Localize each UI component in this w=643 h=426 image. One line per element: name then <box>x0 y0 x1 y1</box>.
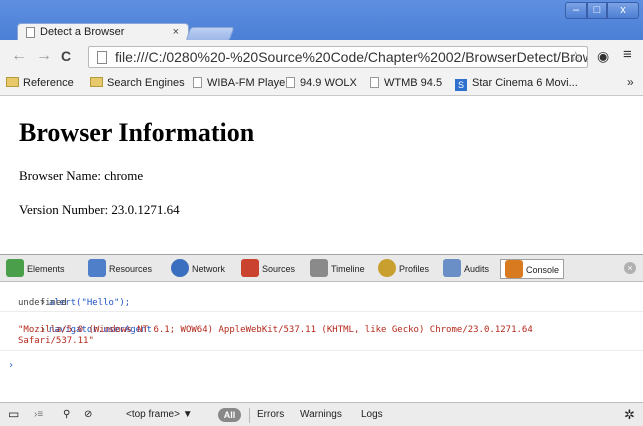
browser-toolbar: ← → C file:///C:/0280%20-%20Source%20Cod… <box>0 40 643 72</box>
resources-icon <box>88 259 106 277</box>
page-heading: Browser Information <box>19 118 255 147</box>
filter-all-badge[interactable]: All <box>218 408 241 422</box>
dock-icon[interactable]: ▭ <box>8 407 19 421</box>
bookmark-wtmb[interactable]: WTMB 94.5 <box>370 76 442 90</box>
bookmark-wolx[interactable]: 94.9 WOLX <box>286 76 357 90</box>
filter-errors[interactable]: Errors <box>257 409 284 420</box>
console-result: undefined <box>18 298 67 308</box>
tab-close-icon[interactable]: × <box>173 24 179 41</box>
folder-icon <box>90 77 103 87</box>
devtools-tab-bar: Elements Resources Network Sources Timel… <box>0 255 643 282</box>
tab-label: Timeline <box>331 264 365 274</box>
search-icon[interactable]: ⚲ <box>63 409 70 420</box>
tab-console[interactable]: Console <box>500 259 565 279</box>
filter-logs[interactable]: Logs <box>361 409 383 420</box>
tab-label: Resources <box>109 264 153 274</box>
close-window-button[interactable]: x <box>607 2 639 19</box>
divider <box>0 311 643 312</box>
back-button[interactable]: ← <box>11 47 27 65</box>
sources-icon <box>241 259 259 277</box>
page-icon <box>286 77 295 88</box>
console-result-string: "Mozilla/5.0 (Windows NT 6.1; WOW64) App… <box>18 325 533 335</box>
elements-icon <box>6 259 24 277</box>
url-text: file:///C:/0280%20-%20Source%20Code/Chap… <box>115 49 588 65</box>
tab-label: Elements <box>27 264 65 274</box>
page-icon <box>97 51 107 64</box>
bookmark-label: 94.9 WOLX <box>300 77 357 89</box>
tab-title: Detect a Browser <box>40 26 125 38</box>
extension-eye-icon[interactable]: ◉ <box>597 48 609 65</box>
maximize-button[interactable]: □ <box>587 2 607 19</box>
bookmark-label: WTMB 94.5 <box>384 77 443 89</box>
tab-profiles[interactable]: Profiles <box>378 259 429 279</box>
profiles-icon <box>378 259 396 277</box>
settings-gear-icon[interactable]: ✲ <box>624 407 635 423</box>
bookmark-label: WIBA-FM Player <box>207 77 289 89</box>
tab-resources[interactable]: Resources <box>88 259 152 279</box>
document-icon <box>26 27 35 38</box>
title-bar: Detect a Browser × – □ x <box>0 0 643 42</box>
console-result-string-continued: Safari/537.11" <box>18 336 94 346</box>
bookmark-label: Search Engines <box>107 77 185 89</box>
tab-label: Audits <box>464 264 490 274</box>
page-icon <box>193 77 202 88</box>
tab-label: Console <box>526 265 560 275</box>
bookmark-folder-search-engines[interactable]: Search Engines <box>90 76 185 90</box>
bookmark-star-cinema[interactable]: S Star Cinema 6 Movi... <box>455 76 578 91</box>
console-output[interactable]: › alert("Hello"); undefined › navigator.us… <box>0 283 643 399</box>
devtools-close-icon[interactable]: × <box>624 262 636 274</box>
tab-timeline[interactable]: Timeline <box>310 259 365 279</box>
console-icon <box>505 260 523 278</box>
page-content: Browser Information Browser Name: chrome… <box>0 96 643 254</box>
tab-audits[interactable]: Audits <box>443 259 489 279</box>
audits-icon <box>443 259 461 277</box>
menu-icon[interactable]: ≡ <box>623 46 632 63</box>
site-icon: S <box>455 79 467 91</box>
console-drawer-icon[interactable]: ›≡ <box>34 409 43 420</box>
filter-warnings[interactable]: Warnings <box>300 409 342 420</box>
tab-network[interactable]: Network <box>171 259 225 279</box>
forward-button[interactable]: → <box>36 47 52 65</box>
tab-label: Sources <box>262 264 296 274</box>
devtools-panel: Elements Resources Network Sources Timel… <box>0 254 643 426</box>
new-tab-button[interactable] <box>185 27 235 41</box>
minimize-button[interactable]: – <box>565 2 587 19</box>
console-prompt[interactable]: › <box>8 360 14 371</box>
page-icon <box>370 77 379 88</box>
frame-selector[interactable]: <top frame> ▼ <box>126 409 193 420</box>
bookmark-label: Reference <box>23 77 74 89</box>
version-number-text: Version Number: 23.0.1271.64 <box>19 202 180 217</box>
tab-elements[interactable]: Elements <box>6 259 65 279</box>
divider <box>249 408 250 423</box>
reload-button[interactable]: C <box>61 48 71 64</box>
address-bar[interactable]: file:///C:/0280%20-%20Source%20Code/Chap… <box>88 46 588 68</box>
timeline-icon <box>310 259 328 277</box>
devtools-status-bar: ▭ ›≡ ⚲ ⊘ <top frame> ▼ All Errors Warnin… <box>0 402 643 426</box>
tab-sources[interactable]: Sources <box>241 259 295 279</box>
divider <box>0 350 643 351</box>
folder-icon <box>6 77 19 87</box>
tab-label: Network <box>192 264 226 274</box>
network-icon <box>171 259 189 277</box>
bookmark-folder-reference[interactable]: Reference <box>6 76 74 90</box>
tab-label: Profiles <box>399 264 430 274</box>
bookmarks-more-icon[interactable]: » <box>627 75 634 89</box>
bookmark-wiba-fm[interactable]: WIBA-FM Player <box>193 76 289 90</box>
bookmark-label: Star Cinema 6 Movi... <box>472 77 578 89</box>
bookmark-star-icon[interactable]: ☆ <box>569 48 582 66</box>
browser-name-text: Browser Name: chrome <box>19 168 144 183</box>
bookmarks-bar: Reference Search Engines WIBA-FM Player … <box>0 72 643 96</box>
clear-console-icon[interactable]: ⊘ <box>84 409 92 420</box>
